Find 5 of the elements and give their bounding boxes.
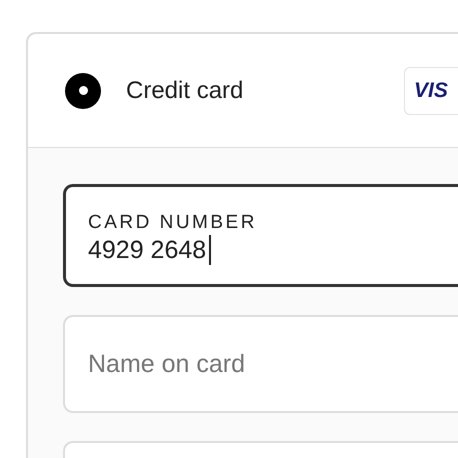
card-logo: VIS [404, 66, 458, 114]
payment-method-label: Credit card [126, 76, 244, 104]
radio-button[interactable] [65, 72, 101, 108]
name-field[interactable]: Name on card [63, 315, 458, 413]
card-number-field[interactable]: CARD NUMBER 4929 2648 [63, 184, 458, 287]
